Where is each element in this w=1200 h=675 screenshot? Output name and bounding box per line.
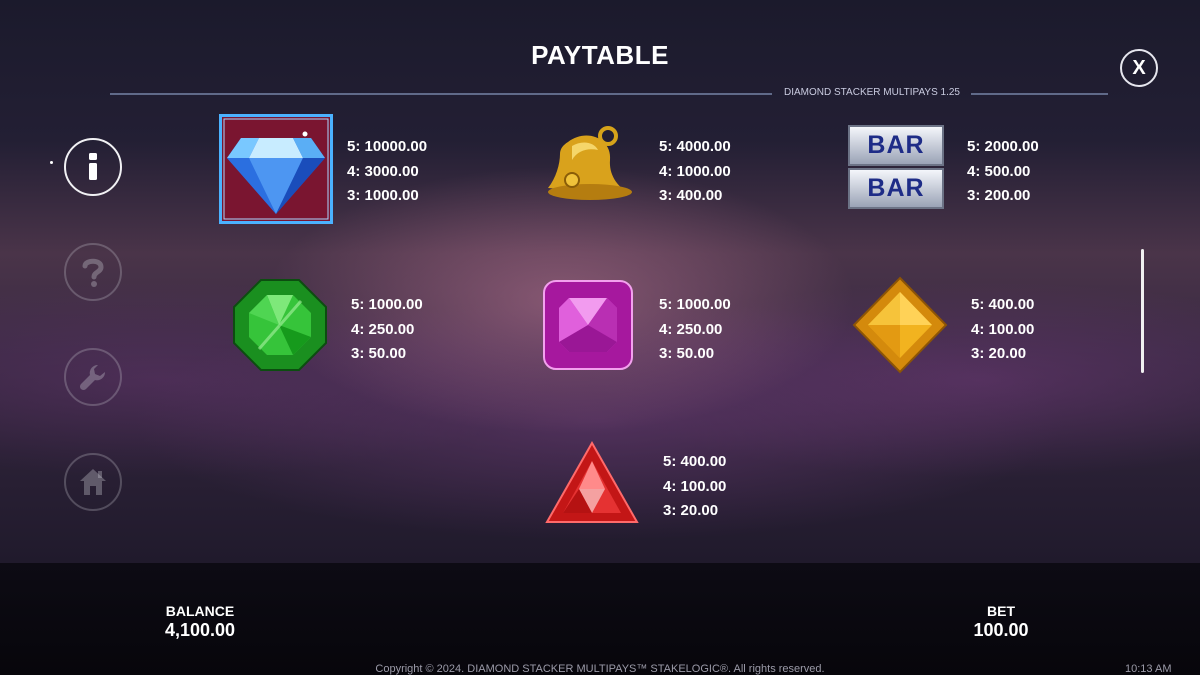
yellow-gem-symbol [852,276,948,374]
clock: 10:13 AM [1125,663,1172,675]
payout-3: 3: 400.00 [659,187,723,204]
paytable-screen: PAYTABLE DIAMOND STACKER MULTIPAYS 1.25 … [0,0,1200,563]
payout-3: 3: 50.00 [351,345,407,362]
yellow-gem-icon [852,276,948,374]
bar-icon-bottom: BAR [867,174,925,202]
close-icon: X [1132,56,1146,79]
balance-value: 4,100.00 [164,620,236,640]
home-icon [80,469,106,495]
footer-bar [0,563,1200,675]
bar-icon-top: BAR [867,131,925,159]
payout-5: 5: 10000.00 [347,138,428,155]
red-gem-payouts: 5: 400.00 4: 100.00 3: 20.00 [663,450,726,524]
bet-value: 100.00 [973,620,1029,640]
diamond-symbol [219,114,333,224]
green-gem-icon [233,279,327,371]
bet-label: BET [987,603,1015,619]
red-gem-icon [545,441,639,523]
pink-gem-icon [543,280,633,370]
payout-4: 4: 250.00 [659,320,723,338]
red-gem-symbol [545,441,639,525]
payout-5: 5: 1000.00 [659,296,731,313]
payout-4: 4: 1000.00 [659,162,731,180]
close-button[interactable]: X [1120,49,1158,87]
divider-left [110,93,772,95]
game-version-label: DIAMOND STACKER MULTIPAYS 1.25 [784,87,960,98]
payout-5: 5: 400.00 [971,296,1035,313]
payout-4: 4: 500.00 [967,162,1031,180]
pink-gem-symbol [541,278,635,372]
sidebar-item-settings[interactable] [64,348,122,406]
active-indicator [50,161,53,164]
scrollbar[interactable] [1141,249,1144,373]
info-icon [89,153,97,180]
diamond-payouts: 5: 10000.00 4: 3000.00 3: 1000.00 [347,135,427,209]
copyright-text: Copyright © 2024. DIAMOND STACKER MULTIP… [375,663,825,675]
pink-gem-payouts: 5: 1000.00 4: 250.00 3: 50.00 [659,293,731,367]
payout-3: 3: 20.00 [663,502,719,519]
diamond-icon [219,114,333,224]
payout-5: 5: 1000.00 [351,296,423,313]
yellow-gem-payouts: 5: 400.00 4: 100.00 3: 20.00 [971,293,1034,367]
wrench-icon [79,364,106,391]
payout-5: 5: 4000.00 [659,138,731,155]
payout-4: 4: 250.00 [351,320,415,338]
balance-label: BALANCE [165,603,235,619]
payout-3: 3: 50.00 [659,345,715,362]
payout-4: 4: 3000.00 [347,162,419,180]
bar-payouts: 5: 2000.00 4: 500.00 3: 200.00 [967,135,1039,209]
green-gem-payouts: 5: 1000.00 4: 250.00 3: 50.00 [351,293,423,367]
payout-4: 4: 100.00 [663,477,727,495]
sidebar-item-info[interactable] [64,138,122,196]
green-gem-symbol [231,277,329,373]
payout-3: 3: 200.00 [967,187,1031,204]
sidebar-item-home[interactable] [64,453,122,511]
payout-5: 5: 400.00 [663,453,727,470]
question-icon [82,258,104,287]
payout-3: 3: 1000.00 [347,187,419,204]
payout-3: 3: 20.00 [971,345,1027,362]
payout-5: 5: 2000.00 [967,138,1039,155]
page-title: PAYTABLE [531,40,669,70]
sidebar-item-help[interactable] [64,243,122,301]
payout-4: 4: 100.00 [971,320,1035,338]
divider-right [971,93,1108,95]
bell-payouts: 5: 4000.00 4: 1000.00 3: 400.00 [659,135,731,209]
bar-symbol: BAR BAR [848,125,944,211]
bell-symbol [538,120,634,216]
bell-icon [548,126,632,200]
